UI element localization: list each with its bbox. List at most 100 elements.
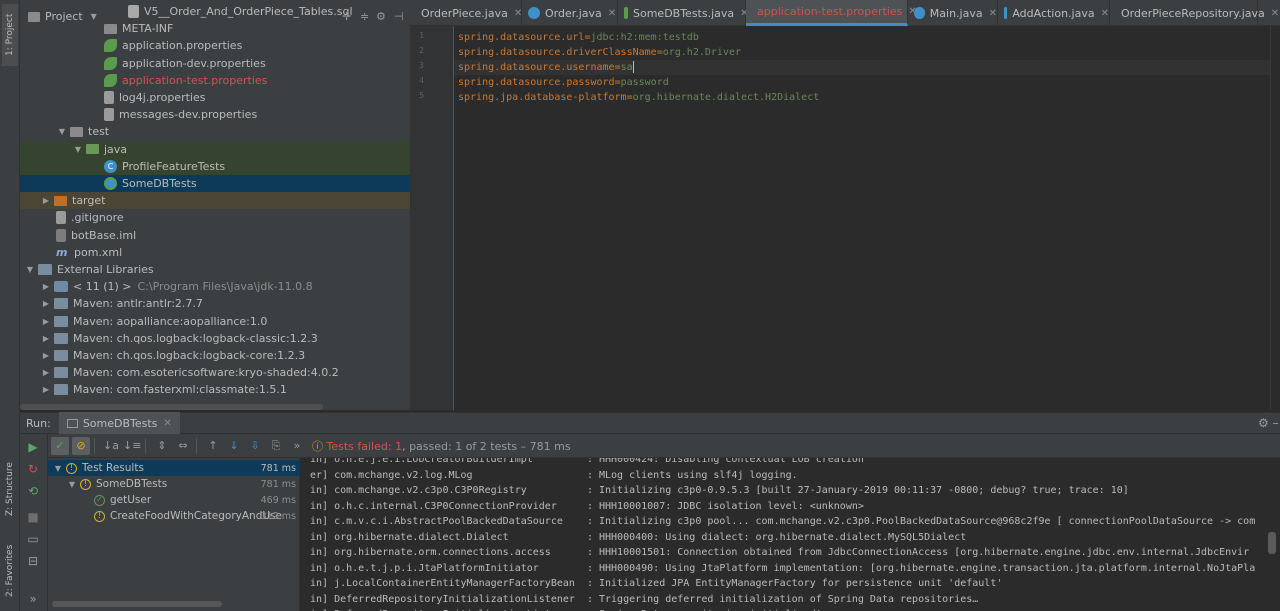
more-icon[interactable]: » — [26, 592, 40, 606]
code-line: spring.datasource.url=jdbc:h2:mem:testdb — [458, 30, 699, 45]
project-tree-item[interactable]: botBase.iml — [20, 227, 410, 244]
project-tree-item-label: Maven: ch.qos.logback:logback-classic:1.… — [73, 331, 318, 345]
expand-arrow-right-icon[interactable]: ▶ — [40, 368, 52, 377]
editor-tab[interactable]: application-test.properties ✕ — [746, 0, 917, 26]
expand-arrow-right-icon[interactable]: ▶ — [40, 299, 52, 308]
editor-tab[interactable]: Main.java ✕ — [908, 0, 998, 26]
expand-arrow-down-icon[interactable]: ▼ — [24, 265, 36, 274]
expand-arrow-down-icon[interactable]: ▼ — [72, 145, 84, 154]
project-tree-item[interactable]: application-dev.properties — [20, 55, 410, 72]
close-icon[interactable]: ✕ — [514, 8, 522, 19]
import-tests-icon[interactable]: ⇩ — [246, 437, 264, 455]
project-tool-tab[interactable]: 1: Project — [2, 4, 18, 66]
close-icon[interactable]: ✕ — [608, 8, 616, 19]
editor-scrollbar[interactable] — [1270, 26, 1280, 410]
sort-alphabetically-icon[interactable]: ↓a — [102, 437, 120, 455]
test-result-row[interactable]: ✓ getUser 469 ms — [48, 492, 300, 508]
expand-arrow-down-icon[interactable]: ▼ — [52, 464, 64, 473]
sort-by-duration-icon[interactable]: ↓≡ — [123, 437, 141, 455]
project-tree-item[interactable]: ▶ Maven: antlr:antlr:2.7.7 — [20, 295, 410, 312]
run-config-icon — [66, 418, 78, 428]
toolbar-separator — [145, 437, 146, 454]
rerun-failed-icon[interactable]: ↻ — [26, 462, 40, 476]
project-tree-item-label: META-INF — [122, 22, 174, 36]
expand-arrow-down-icon[interactable]: ▼ — [56, 127, 68, 136]
editor-tab[interactable]: AddAction.java ✕ — [998, 0, 1110, 26]
spring-properties-icon — [104, 73, 117, 87]
project-tree-item[interactable]: ▶ < 11 (1) > C:\Program Files\Java\jdk-11.… — [20, 278, 410, 295]
collapse-all-icon[interactable]: ⇔ — [174, 437, 192, 455]
test-result-label: SomeDBTests — [96, 478, 168, 490]
project-tree-item[interactable]: .gitignore — [20, 209, 410, 226]
project-tree-item[interactable]: application-test.properties — [20, 72, 410, 89]
results-horizontal-scrollbar[interactable] — [52, 601, 222, 607]
test-result-row[interactable]: ▼! Test Results 781 ms — [48, 460, 300, 476]
expand-arrow-right-icon[interactable]: ▶ — [40, 334, 52, 343]
jdk-icon — [54, 281, 68, 293]
project-tree-item[interactable]: ▼ External Libraries — [20, 261, 410, 278]
expand-arrow-right-icon[interactable]: ▶ — [40, 351, 52, 360]
project-tree-item[interactable]: m pom.xml — [20, 244, 410, 261]
project-panel: V5__Order_And_OrderPiece_Tables.sql META-… — [20, 0, 410, 410]
property-key: spring.datasource.username — [458, 62, 615, 73]
more-actions-icon[interactable]: » — [288, 437, 306, 455]
project-tree-item[interactable]: ▼ java — [20, 140, 410, 158]
expand-arrow-right-icon[interactable]: ▶ — [40, 282, 52, 291]
close-icon[interactable]: ✕ — [1101, 8, 1109, 19]
close-icon[interactable]: ✕ — [1271, 8, 1279, 19]
expand-all-icon[interactable]: ⇕ — [153, 437, 171, 455]
line-number: 5 — [419, 91, 424, 100]
code-editor[interactable]: spring.datasource.url=jdbc:h2:mem:testdb… — [454, 26, 1280, 410]
project-tree-item[interactable]: ▶ Maven: ch.qos.logback:logback-classic:1… — [20, 330, 410, 347]
restore-layout-icon[interactable]: ▭ — [26, 532, 40, 546]
project-tree-item[interactable]: ▶ Maven: com.fasterxml:classmate:1.5.1 — [20, 381, 410, 398]
run-settings-gear-icon[interactable]: ⚙ – — [1258, 416, 1279, 430]
project-icon — [28, 12, 40, 22]
editor-tab[interactable]: SomeDBTests.java ✕ — [618, 0, 749, 26]
pin-tab-icon[interactable]: ⊟ — [26, 554, 40, 568]
project-tree-item-label: application-dev.properties — [122, 56, 266, 70]
project-tree-item[interactable]: ▶ Maven: com.esotericsoftware:kryo-shaded… — [20, 364, 410, 381]
editor-tab[interactable]: OrderPiece.java ✕ — [410, 0, 522, 26]
close-icon[interactable]: ✕ — [163, 418, 171, 429]
show-passed-icon[interactable]: ✓ — [51, 436, 69, 455]
expand-arrow-right-icon[interactable]: ▶ — [40, 385, 52, 394]
stop-icon[interactable]: ■ — [26, 510, 40, 524]
project-tree-item[interactable]: ▶ target — [20, 192, 410, 210]
project-tree-item[interactable]: application.properties — [20, 37, 410, 54]
structure-tool-tab[interactable]: Z: Structure — [2, 456, 18, 522]
project-view-selector[interactable]: Project ▼ — [28, 10, 97, 23]
project-tree-item[interactable]: log4j.properties — [20, 89, 410, 106]
run-tab-somedbtests[interactable]: SomeDBTests ✕ — [58, 412, 180, 434]
expand-arrow-right-icon[interactable]: ▶ — [40, 196, 52, 205]
project-tree-item[interactable]: ▼ test — [20, 123, 410, 140]
text-caret — [632, 61, 634, 73]
previous-failed-icon[interactable]: ↑ — [204, 437, 222, 455]
project-tree-item[interactable]: ▶ Maven: aopalliance:aopalliance:1.0 — [20, 313, 410, 330]
console-scrollbar[interactable] — [1268, 532, 1276, 554]
run-panel-header: Run: SomeDBTests ✕ — [20, 412, 1280, 434]
project-tree-item[interactable]: C ProfileFeatureTests — [20, 157, 410, 175]
project-tree-item[interactable]: messages-dev.properties — [20, 106, 410, 123]
run-console[interactable]: in] o.h.e.j.e.i.LobCreatorBuilderImpl : … — [300, 458, 1280, 611]
next-failed-icon[interactable]: ↓ — [225, 437, 243, 455]
test-status-failed: Tests failed: 1 — [326, 439, 403, 453]
editor-tab[interactable]: OrderPieceRepository.java ✕ — [1110, 0, 1279, 26]
project-tree-item-label: < 11 (1) > — [73, 280, 132, 294]
export-results-icon[interactable]: ⎘ — [267, 437, 285, 455]
project-tree-item[interactable]: SomeDBTests — [20, 175, 410, 192]
expand-arrow-down-icon[interactable]: ▼ — [66, 480, 78, 489]
test-result-row[interactable]: ! CreateFoodWithCategoryAndUse 312 ms — [48, 508, 300, 524]
test-result-row[interactable]: ▼! SomeDBTests 781 ms — [48, 476, 300, 492]
project-tree-item[interactable]: ▶ Maven: ch.qos.logback:logback-core:1.2.… — [20, 347, 410, 364]
project-horizontal-scrollbar[interactable] — [20, 404, 323, 410]
toggle-autotest-icon[interactable]: ⟲ — [26, 484, 40, 498]
close-icon[interactable]: ✕ — [989, 8, 997, 19]
rerun-icon[interactable]: ▶ — [26, 440, 40, 454]
structure-tool-tab-label: Z: Structure — [5, 462, 15, 516]
show-ignored-icon[interactable]: ⊘ — [72, 436, 90, 455]
expand-arrow-right-icon[interactable]: ▶ — [40, 317, 52, 326]
chevron-down-icon: ▼ — [90, 12, 97, 21]
favorites-tool-tab[interactable]: 2: Favorites — [2, 538, 18, 604]
editor-tab[interactable]: Order.java ✕ — [522, 0, 618, 26]
